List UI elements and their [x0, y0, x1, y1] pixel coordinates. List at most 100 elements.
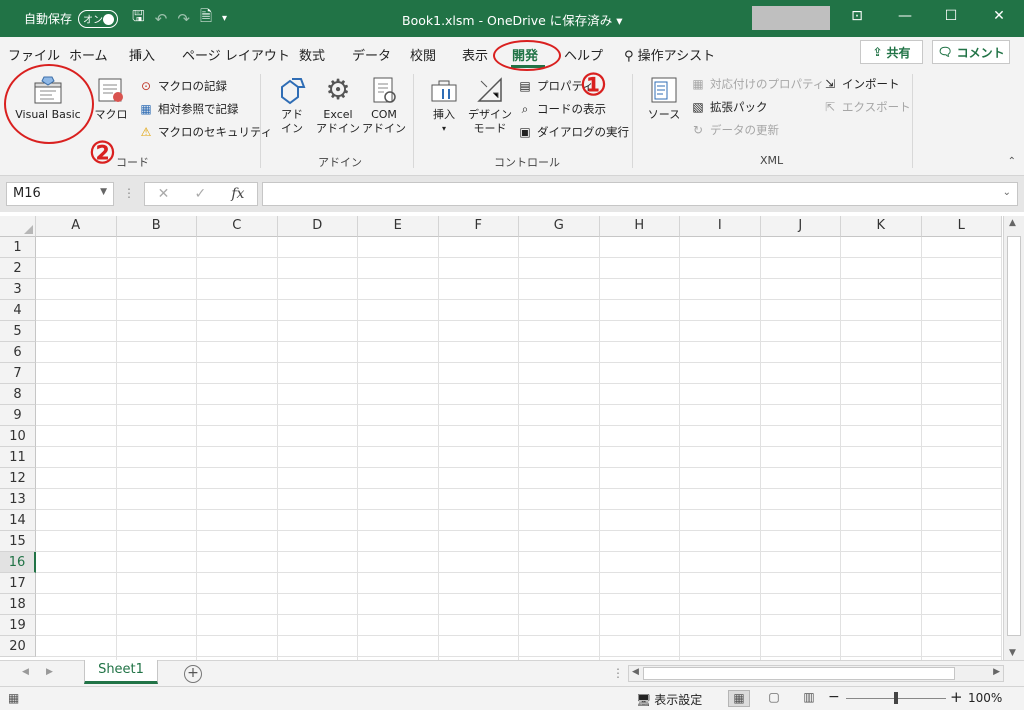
relative-reference-button[interactable]: ▦ 相対参照で記録: [138, 101, 238, 117]
view-code-button[interactable]: ⌕ コードの表示: [517, 101, 606, 117]
column-header-k[interactable]: K: [841, 216, 922, 237]
column-header-j[interactable]: J: [760, 216, 841, 237]
tab-view[interactable]: 表示: [462, 45, 488, 64]
row-header-7[interactable]: 7: [0, 363, 36, 384]
add-sheet-icon[interactable]: +: [184, 665, 202, 683]
user-account[interactable]: [752, 6, 830, 30]
undo-icon[interactable]: ↶: [155, 10, 168, 28]
normal-view-icon[interactable]: ▦: [728, 690, 750, 707]
column-header-g[interactable]: G: [519, 216, 600, 237]
xml-source-button[interactable]: ソース: [644, 74, 684, 122]
row-header-12[interactable]: 12: [0, 468, 36, 489]
zoom-slider-thumb[interactable]: [894, 692, 898, 704]
row-header-2[interactable]: 2: [0, 258, 36, 279]
column-header-c[interactable]: C: [197, 216, 278, 237]
macro-recording-icon[interactable]: ▦: [8, 691, 19, 705]
addins-button[interactable]: アド イン: [272, 74, 312, 136]
insert-control-button[interactable]: 挿入 ▾: [424, 74, 464, 136]
design-mode-button[interactable]: デザイン モード: [466, 74, 514, 136]
collapse-ribbon-icon[interactable]: ⌃: [1008, 156, 1016, 167]
customize-qat-icon[interactable]: ▾: [222, 13, 227, 24]
record-macro-button[interactable]: ⊙ マクロの記録: [138, 78, 227, 94]
macros-button[interactable]: マクロ: [91, 74, 131, 122]
row-header-18[interactable]: 18: [0, 594, 36, 615]
row-header-4[interactable]: 4: [0, 300, 36, 321]
export-button[interactable]: ⇱ エクスポート: [822, 99, 911, 115]
display-settings-button[interactable]: 🖥 表示設定: [636, 691, 702, 708]
zoom-in-icon[interactable]: +: [950, 688, 963, 706]
tab-page-layout[interactable]: ページ レイアウト: [182, 45, 290, 64]
tab-data[interactable]: データ: [352, 45, 391, 64]
name-box[interactable]: M16 ▼: [6, 182, 114, 206]
column-header-l[interactable]: L: [921, 216, 1002, 237]
scroll-left-icon[interactable]: ◀: [632, 667, 639, 677]
tab-review[interactable]: 校閲: [410, 45, 436, 64]
row-header-10[interactable]: 10: [0, 426, 36, 447]
import-button[interactable]: ⇲ インポート: [822, 76, 900, 92]
redo-icon[interactable]: ↷: [177, 10, 190, 28]
row-header-13[interactable]: 13: [0, 489, 36, 510]
column-header-b[interactable]: B: [116, 216, 197, 237]
close-icon[interactable]: ✕: [984, 8, 1014, 24]
tab-home[interactable]: ホーム: [69, 45, 108, 64]
vertical-scrollbar[interactable]: ▲ ▼: [1003, 216, 1024, 660]
column-header-d[interactable]: D: [277, 216, 358, 237]
macro-security-button[interactable]: ⚠ マクロのセキュリティ: [138, 124, 273, 140]
maximize-icon[interactable]: ☐: [936, 8, 966, 24]
expansion-packs-button[interactable]: ▧ 拡張パック: [690, 99, 767, 115]
map-properties-button[interactable]: ▦ 対応付けのプロパティ: [690, 76, 824, 92]
refresh-data-button[interactable]: ↻ データの更新: [690, 122, 779, 138]
excel-addins-button[interactable]: ⚙ Excel アドイン: [316, 74, 360, 136]
row-header-19[interactable]: 19: [0, 615, 36, 636]
chevron-down-icon[interactable]: ▼: [100, 187, 107, 197]
vertical-scroll-thumb[interactable]: [1007, 236, 1021, 636]
tab-insert[interactable]: 挿入: [129, 45, 155, 64]
scroll-down-icon[interactable]: ▼: [1009, 648, 1016, 658]
row-header-20[interactable]: 20: [0, 636, 36, 657]
splitter-dots-icon[interactable]: ⋮: [123, 186, 135, 200]
page-layout-view-icon[interactable]: ▢: [763, 690, 785, 707]
scroll-right-icon[interactable]: ▶: [993, 667, 1000, 677]
tab-formulas[interactable]: 数式: [299, 45, 325, 64]
run-dialog-button[interactable]: ▣ ダイアログの実行: [517, 124, 629, 140]
next-sheet-icon[interactable]: ▶: [46, 667, 53, 677]
page-break-view-icon[interactable]: ▥: [798, 690, 820, 707]
horizontal-scroll-thumb[interactable]: [643, 667, 955, 680]
scroll-up-icon[interactable]: ▲: [1009, 218, 1016, 228]
share-button[interactable]: ⇪ 共有: [860, 40, 923, 64]
save-icon[interactable]: 🖫: [132, 6, 145, 31]
row-header-15[interactable]: 15: [0, 531, 36, 552]
column-header-i[interactable]: I: [680, 216, 761, 237]
column-header-e[interactable]: E: [358, 216, 439, 237]
select-all-button[interactable]: [0, 216, 36, 237]
tab-help[interactable]: ヘルプ: [564, 45, 603, 64]
cancel-icon[interactable]: ✕: [158, 186, 170, 202]
splitter-dots-icon[interactable]: ⋮: [612, 666, 624, 680]
previous-sheet-icon[interactable]: ◀: [22, 667, 29, 677]
worksheet-grid[interactable]: ABCDEFGHIJKL 1 2 3 4 5 6 7 8 9 10 11 12 13 14 15 16 17 18…: [0, 212, 1024, 660]
enter-icon[interactable]: ✓: [194, 186, 206, 202]
column-header-h[interactable]: H: [599, 216, 680, 237]
row-header-6[interactable]: 6: [0, 342, 36, 363]
horizontal-scrollbar[interactable]: ◀ ▶: [628, 665, 1004, 682]
row-header-14[interactable]: 14: [0, 510, 36, 531]
sheet-tab-sheet1[interactable]: Sheet1: [84, 660, 158, 684]
column-header-f[interactable]: F: [438, 216, 519, 237]
com-addins-button[interactable]: COM アドイン: [362, 74, 406, 136]
window-title[interactable]: Book1.xlsm - OneDrive に保存済み ▾: [402, 10, 623, 29]
formula-input[interactable]: ⌄: [262, 182, 1018, 206]
row-header-17[interactable]: 17: [0, 573, 36, 594]
zoom-level[interactable]: 100%: [968, 691, 1002, 705]
row-header-1[interactable]: 1: [0, 237, 36, 258]
row-header-8[interactable]: 8: [0, 384, 36, 405]
row-header-11[interactable]: 11: [0, 447, 36, 468]
row-header-5[interactable]: 5: [0, 321, 36, 342]
tab-file[interactable]: ファイル: [8, 45, 60, 64]
ribbon-display-options-icon[interactable]: ⊡: [842, 8, 872, 24]
column-header-a[interactable]: A: [36, 216, 117, 237]
tell-me-search[interactable]: ⚲ 操作アシスト: [624, 45, 715, 64]
comments-button[interactable]: 🗨 コメント: [932, 40, 1010, 64]
autosave-toggle[interactable]: オン: [78, 9, 119, 28]
expand-formula-bar-icon[interactable]: ⌄: [1003, 187, 1011, 198]
file-icon[interactable]: 🗎: [200, 6, 212, 31]
